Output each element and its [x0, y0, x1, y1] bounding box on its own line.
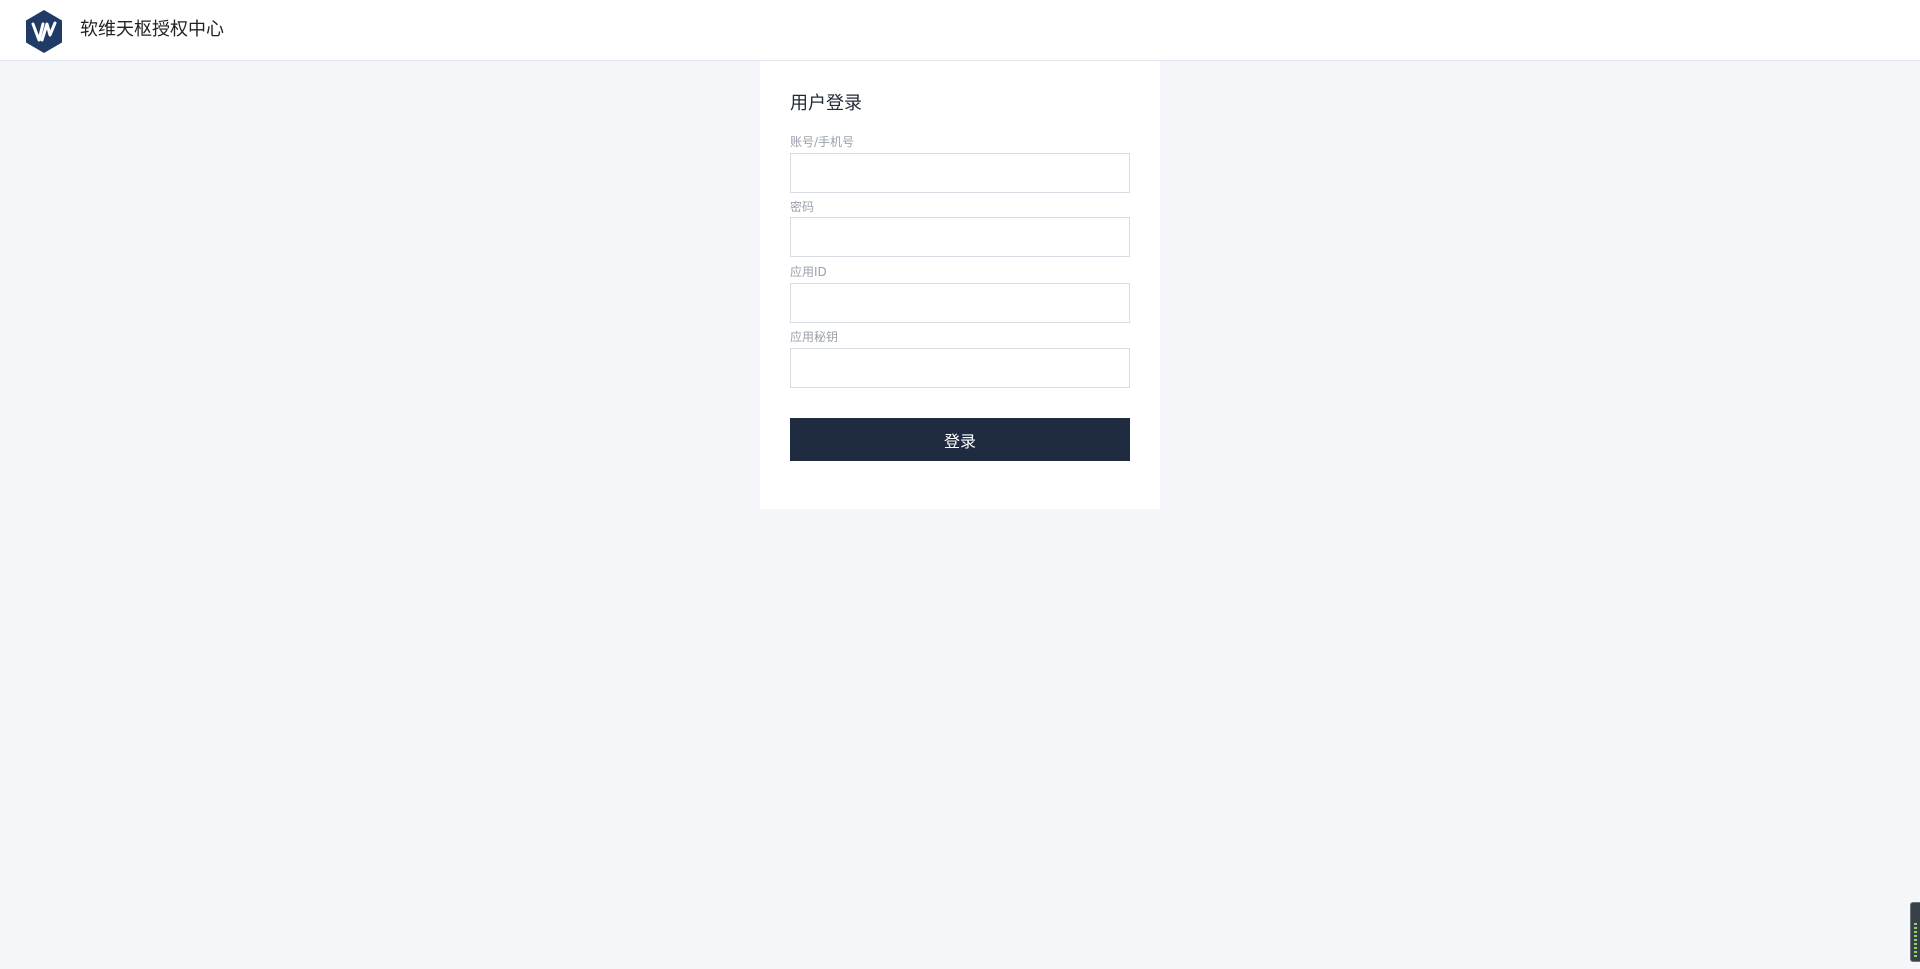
side-widget[interactable]: [1910, 902, 1920, 962]
app-title: 软维天枢授权中心: [80, 19, 224, 40]
password-input[interactable]: [790, 217, 1130, 257]
top-header: 软维天枢授权中心: [0, 0, 1920, 61]
login-card: 用户登录 账号/手机号 密码 应用ID 应用秘钥 登录: [760, 61, 1160, 509]
login-button[interactable]: 登录: [790, 418, 1130, 461]
password-label: 密码: [790, 200, 815, 214]
app-id-label: 应用ID: [790, 265, 827, 279]
account-label: 账号/手机号: [790, 135, 855, 149]
app-secret-label: 应用秘钥: [790, 330, 839, 344]
account-input[interactable]: [790, 153, 1130, 193]
app-secret-input[interactable]: [790, 348, 1130, 388]
vr-logo-icon: [26, 10, 62, 53]
status-meter-icon: [1914, 923, 1917, 959]
login-title: 用户登录: [790, 93, 862, 114]
app-id-input[interactable]: [790, 283, 1130, 323]
